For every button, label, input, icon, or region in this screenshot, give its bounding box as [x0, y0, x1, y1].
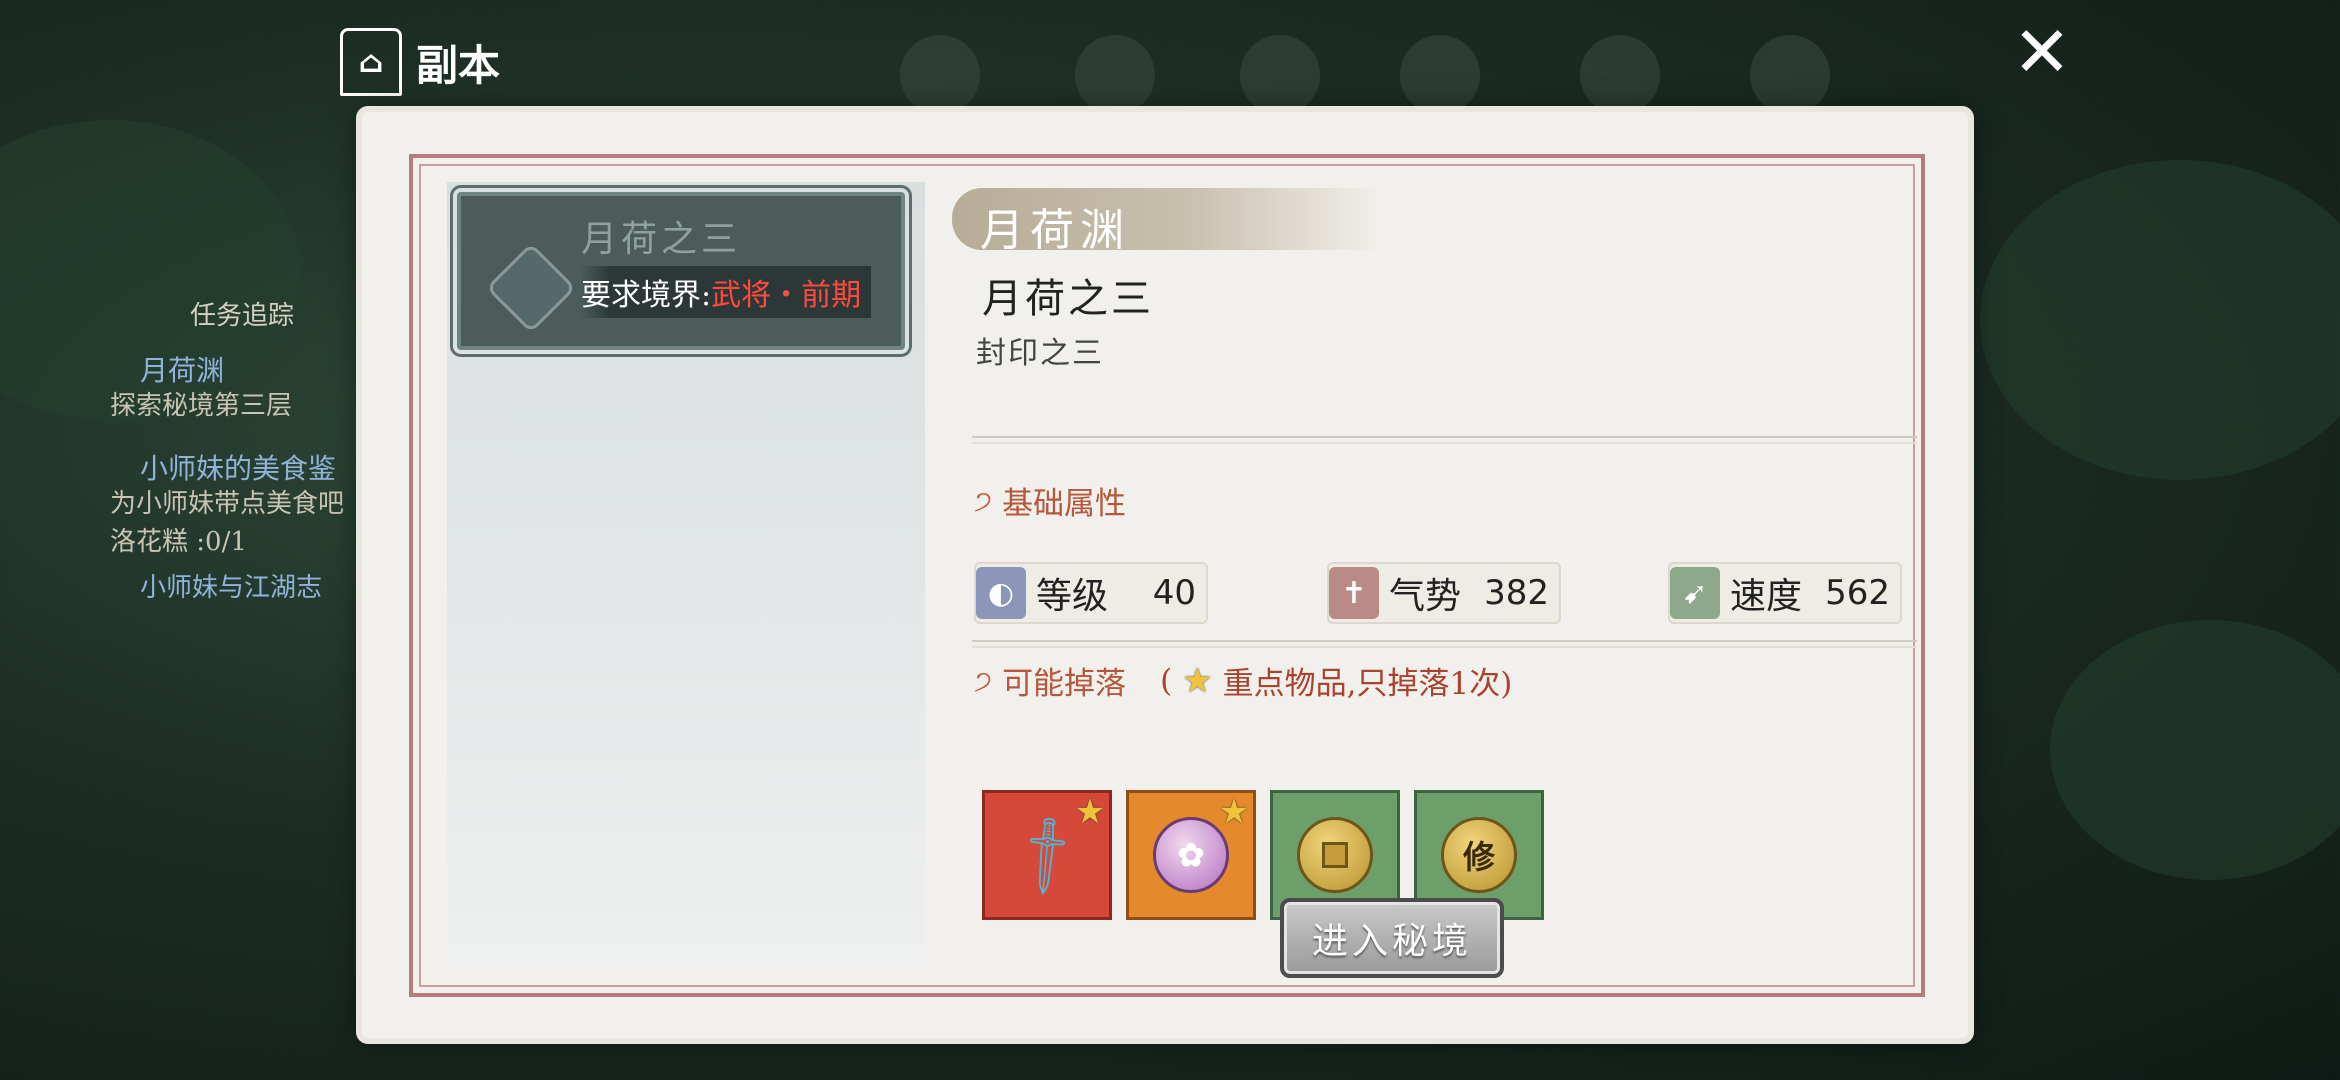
divider: [972, 436, 1917, 444]
enter-dungeon-button[interactable]: 进入秘境: [1280, 898, 1504, 978]
swirl-icon: ◐: [976, 567, 1026, 619]
quest-desc: 为小师妹带点美食吧: [110, 489, 345, 519]
background-top-icon: [1750, 35, 1830, 115]
dungeon-dialog: 月荷之三 要求境界:武将・前期 月荷渊 月荷之三 封印之三 ੭ 基础属性 ◐ 等…: [362, 112, 1968, 1038]
requirement-value: 武将・前期: [711, 278, 862, 313]
star-icon: ★: [1182, 660, 1213, 701]
stage-item-selected[interactable]: 月荷之三 要求境界:武将・前期: [450, 185, 912, 357]
sword-icon: ✝: [1329, 567, 1379, 619]
stage-seal-icon: [485, 242, 577, 334]
stage-subtitle: 月荷之三: [982, 276, 1154, 322]
cultivation-coin-icon: 修: [1441, 817, 1517, 893]
background-top-icon: [1075, 35, 1155, 115]
drops-title: 可能掉落: [1002, 666, 1127, 702]
requirement-label: 要求境界:: [581, 278, 712, 313]
dungeon-title: 月荷渊: [980, 205, 1130, 256]
boot-icon: ➹: [1670, 567, 1720, 619]
key-item-star-icon: ★: [1218, 792, 1250, 832]
quest-tracker: 任务追踪 月荷渊 探索秘境第三层 小师妹的美食鉴 为小师妹带点美食吧 洛花糕 :…: [95, 285, 365, 715]
stage-list: 月荷之三 要求境界:武将・前期: [447, 182, 925, 967]
cloud-swirl-icon: ੭: [974, 483, 993, 517]
quest-name: 小师妹的美食鉴: [140, 452, 337, 485]
attributes-title: 基础属性: [1002, 486, 1127, 522]
background-top-icon: [900, 35, 980, 115]
quest-name: 小师妹与江湖志: [140, 573, 323, 603]
stat-value: 562: [1825, 573, 1890, 613]
attributes-header: ੭ 基础属性: [974, 478, 1126, 523]
page-header: ⌂ 副本: [340, 28, 500, 96]
stat-level: ◐ 等级 40: [974, 562, 1208, 624]
stat-label: 气势: [1389, 576, 1462, 617]
stat-speed: ➹ 速度 562: [1668, 562, 1902, 624]
stage-requirement: 要求境界:武将・前期: [581, 266, 872, 318]
stat-label: 速度: [1730, 576, 1803, 617]
key-item-star-icon: ★: [1074, 792, 1106, 832]
pagoda-icon: ⌂: [340, 28, 402, 96]
background-top-icon: [1580, 35, 1660, 115]
divider: [972, 640, 1917, 648]
stage-name: 月荷之三: [581, 219, 742, 260]
quest-desc: 探索秘境第三层: [110, 391, 293, 421]
drops-note: 重点物品,只掉落1次): [1222, 666, 1513, 702]
drops-note-open: (: [1160, 662, 1173, 699]
page-title: 副本: [416, 40, 501, 90]
close-button[interactable]: ✕: [2010, 17, 2074, 87]
quest-tracker-title: 任务追踪: [190, 301, 295, 331]
drop-item-lotus-emblem[interactable]: ✿ ★: [1126, 790, 1256, 920]
stat-value: 382: [1484, 573, 1549, 613]
drops-header: ੭ 可能掉落 ( ★ 重点物品,只掉落1次): [974, 658, 1512, 703]
background-top-icon: [1400, 35, 1480, 115]
cloud-swirl-icon: ੭: [974, 663, 993, 697]
quest-name: 月荷渊: [140, 354, 225, 387]
background-top-icon: [1240, 35, 1320, 115]
stat-momentum: ✝ 气势 382: [1327, 562, 1561, 624]
quest-extra: 洛花糕 :0/1: [110, 527, 247, 557]
stat-label: 等级: [1036, 576, 1109, 617]
title-banner: 月荷渊: [952, 188, 1382, 256]
stage-description: 封印之三: [976, 336, 1104, 371]
stat-value: 40: [1152, 573, 1196, 613]
copper-coin-icon: [1297, 817, 1373, 893]
drop-item-blade[interactable]: 🗡 ★: [982, 790, 1112, 920]
coin-glyph: 修: [1462, 838, 1495, 876]
background-lilypad: [1980, 160, 2340, 480]
background-lilypad: [2050, 620, 2340, 880]
